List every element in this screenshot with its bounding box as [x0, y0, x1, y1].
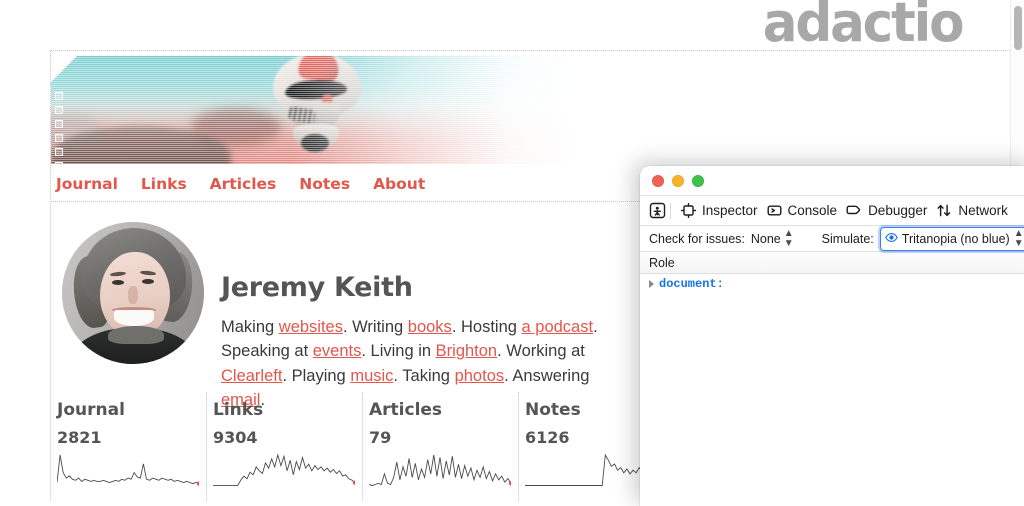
stepper-icon: ▲ ▼: [783, 227, 794, 249]
toolbar-divider: [670, 202, 671, 219]
stat-count: 2821: [57, 428, 102, 447]
bio-text: . Answering: [504, 366, 590, 385]
close-button[interactable]: [652, 174, 664, 187]
minimize-button[interactable]: [672, 174, 684, 187]
bio-text: Making: [221, 317, 279, 336]
stat-label: Articles: [369, 400, 443, 420]
sparkline-articles: [369, 454, 511, 487]
page-title: Jeremy Keith: [221, 272, 413, 304]
bio-text: . Playing: [282, 366, 351, 385]
nav-item-about[interactable]: About: [373, 172, 425, 196]
bio-link-Clearleft[interactable]: Clearleft: [221, 367, 282, 385]
check-for-issues-select[interactable]: None ▲ ▼: [750, 227, 794, 249]
tab-console[interactable]: Console: [767, 203, 847, 218]
trooper-chin-shadow: [301, 134, 329, 152]
bio-link-Brighton[interactable]: Brighton: [436, 342, 497, 360]
nav-item-journal[interactable]: Journal: [56, 172, 118, 196]
tab-inspector-label: Inspector: [702, 203, 758, 218]
chevron-right-icon[interactable]: [649, 280, 654, 288]
hero-banner-image: [51, 56, 621, 164]
bio-link-music[interactable]: music: [350, 367, 393, 385]
devtools-titlebar: [640, 166, 1024, 196]
banner-corner-markers: [55, 92, 65, 164]
zoom-button[interactable]: [692, 174, 704, 187]
stat-column-journal: Journal 2821: [51, 392, 207, 500]
site-header: adactio: [50, 0, 1010, 50]
nav-item-notes[interactable]: Notes: [299, 172, 350, 196]
bio-link-events[interactable]: events: [313, 342, 362, 360]
simulate-value: Tritanopia (no blue): [901, 231, 1010, 246]
accessibility-subbar: Check for issues: None ▲ ▼ Simulate: Trit…: [640, 226, 1024, 252]
trooper-crest: [297, 56, 341, 83]
bio-text: . Taking: [393, 366, 455, 385]
stat-column-links: Links 9304: [207, 392, 363, 500]
sparkline-journal: [57, 454, 199, 486]
bio-link-books[interactable]: books: [408, 318, 452, 336]
accessibility-tree-body: document:: [640, 274, 1024, 506]
devtools-toolbar: Inspector Console Debugger Network: [640, 196, 1024, 226]
inspector-icon: [681, 203, 696, 218]
check-for-issues-label: Check for issues:: [649, 231, 745, 246]
site-wordmark[interactable]: adactio: [762, 0, 964, 50]
console-icon: [767, 203, 782, 218]
accessibility-tree-header: Role: [640, 252, 1024, 274]
bio-link-photos[interactable]: photos: [455, 367, 505, 385]
nav-item-articles[interactable]: Articles: [210, 172, 277, 196]
debugger-icon: [846, 203, 862, 218]
tree-row-document[interactable]: document:: [640, 274, 1024, 294]
stepper-icon: ▲ ▼: [1013, 227, 1024, 249]
avatar: [62, 222, 204, 364]
tree-row-label: document:: [659, 277, 724, 291]
stat-label: Links: [213, 400, 264, 420]
tab-debugger-label: Debugger: [868, 203, 928, 218]
column-header-role: Role: [649, 255, 675, 270]
bio-link-a-podcast[interactable]: a podcast: [522, 318, 594, 336]
bio-text: . Hosting: [451, 317, 522, 336]
element-picker-icon[interactable]: [649, 202, 666, 219]
bio-text: . Working at: [497, 342, 585, 360]
bio-link-websites[interactable]: websites: [279, 318, 343, 336]
nav-item-links[interactable]: Links: [141, 172, 187, 196]
stat-count: 9304: [213, 428, 258, 447]
sparkline-links: [213, 453, 355, 486]
page-scrollbar-thumb[interactable]: [1014, 6, 1022, 50]
tab-console-label: Console: [787, 203, 838, 218]
tab-inspector[interactable]: Inspector: [681, 203, 767, 218]
stat-column-articles: Articles 79: [363, 392, 519, 500]
tab-network-label: Network: [958, 203, 1008, 218]
simulate-label: Simulate:: [821, 231, 874, 246]
tab-debugger[interactable]: Debugger: [846, 203, 936, 218]
stat-count: 79: [369, 428, 392, 447]
bio-text: . Living in: [361, 342, 436, 360]
simulate-select[interactable]: Tritanopia (no blue) ▲ ▼: [879, 226, 1024, 251]
stat-label: Journal: [57, 400, 125, 420]
network-icon: [936, 203, 952, 218]
bio-text: . Writing: [342, 317, 408, 336]
tab-network[interactable]: Network: [936, 203, 1017, 218]
eye-icon: [884, 232, 898, 246]
clone-trooper-figure: [229, 56, 409, 164]
devtools-window: Inspector Console Debugger Network Check…: [640, 166, 1024, 506]
banner-sky: [51, 56, 621, 164]
check-for-issues-value: None: [750, 231, 781, 246]
